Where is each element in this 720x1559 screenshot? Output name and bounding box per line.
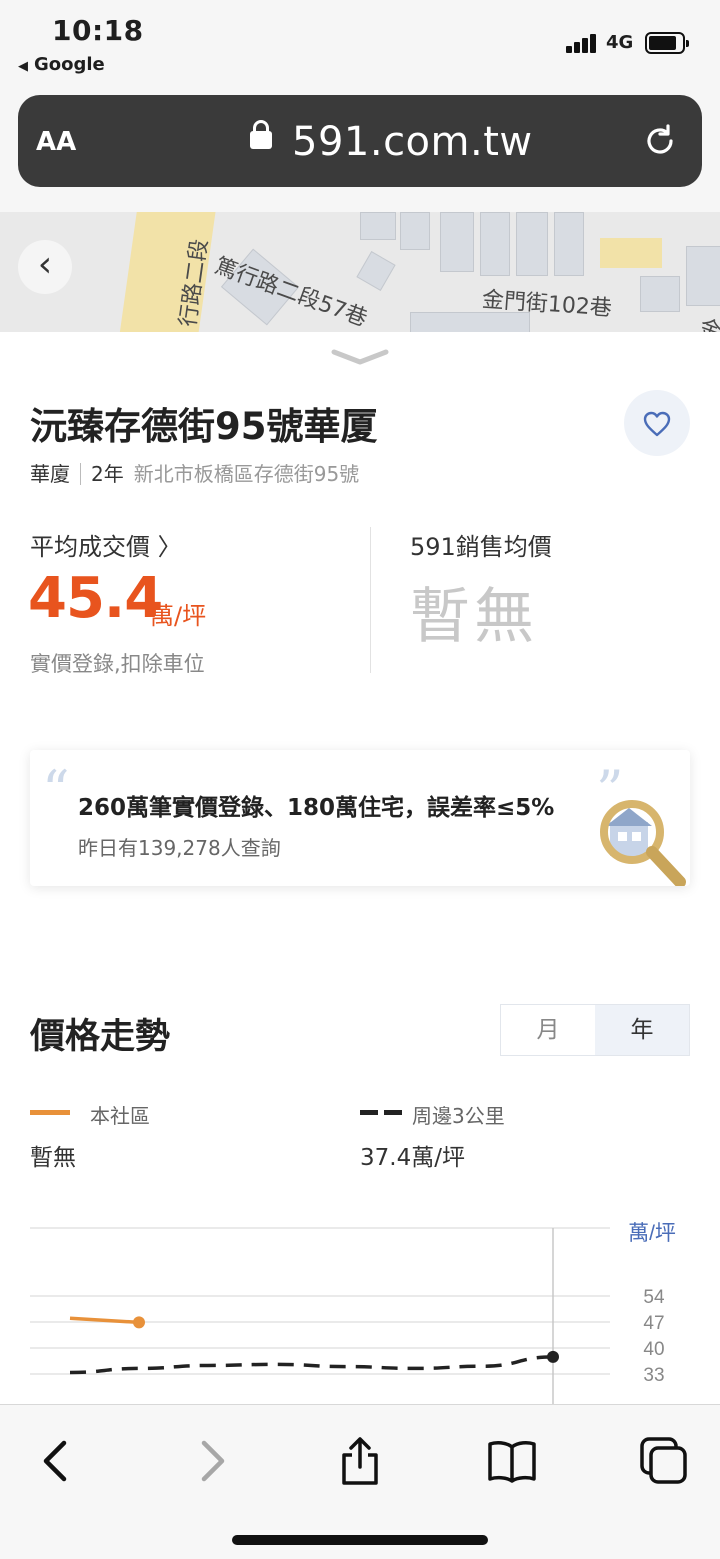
network-type: 4G [606,32,634,53]
avg-price-note: 實價登錄,扣除車位 [30,652,205,676]
collapse-handle-icon[interactable] [330,348,390,368]
series-community-point [133,1316,145,1329]
toggle-month[interactable]: 月 [501,1005,595,1055]
period-toggle: 月 年 [500,1004,690,1056]
map-side-road [600,238,662,268]
promo-card[interactable]: “ ” 260萬筆實價登錄、180萬住宅，誤差率≤5% 昨日有139,278人查… [30,750,690,886]
battery-fill [649,36,676,50]
price-trend-chart[interactable]: 萬/坪 54 47 40 33 [0,1210,720,1406]
chevron-right-icon[interactable] [186,1435,238,1487]
promo-subtext: 昨日有139,278人查詢 [78,836,281,860]
listing-address: 新北市板橋區存德街95號 [133,462,360,486]
map-building [356,251,396,291]
heart-icon [643,411,671,437]
price-divider [370,527,371,673]
book-icon[interactable] [486,1435,538,1487]
map-building [686,246,720,306]
map-building [516,212,548,276]
avg-price-link[interactable]: 平均成交價 〉 [30,527,182,562]
map-street-label: 金 [695,314,720,332]
y-tick-label: 47 [643,1313,664,1334]
open-quote-icon: “ [42,759,70,822]
map-building [440,212,474,272]
back-triangle-icon: ◀ [18,59,28,74]
aa-label: AA [36,127,77,157]
chevron-left-icon: ‹ [37,244,53,285]
house-magnifier-icon [600,800,686,886]
status-bar: 10:18 ◀ Google 4G [0,0,720,90]
browser-toolbar: AA 591.com.tw [0,90,720,212]
legend-nearby-value: 37.4萬/坪 [360,1145,465,1171]
trend-title: 價格走勢 [30,1017,171,1057]
building-type: 華廈 [30,462,70,486]
series-nearby-point [547,1350,559,1363]
listing-title: 沅臻存德街95號華厦 [30,405,378,448]
favorite-button[interactable] [624,390,690,456]
back-to-app-link[interactable]: ◀ Google [18,54,105,75]
address-bar[interactable]: AA 591.com.tw [18,95,702,187]
y-tick-label: 40 [643,1339,664,1360]
map-building [400,212,430,250]
y-tick-label: 54 [643,1287,665,1308]
signal-icon [566,33,602,53]
building-age: 2年 [91,462,124,486]
legend-community-value: 暫無 [30,1145,76,1171]
reload-icon[interactable] [642,123,678,159]
battery-icon [645,32,689,54]
url-domain[interactable]: 591.com.tw [292,119,533,165]
y-tick-label: 33 [643,1365,664,1386]
y-axis-unit: 萬/坪 [628,1222,676,1245]
sale-price-value: 暫無 [410,582,538,652]
legend-nearby-label: 周邊3公里 [412,1104,505,1128]
browser-bottom-toolbar [0,1404,720,1559]
status-time: 10:18 [52,14,144,47]
series-nearby-line [69,1355,554,1375]
map-building [360,212,396,240]
listing-meta: 華廈 2年 新北市板橋區存德街95號 [30,458,359,487]
legend-community-swatch [30,1110,70,1115]
avg-price-value: 45.4 [28,566,163,631]
tabs-icon[interactable] [638,1435,690,1487]
share-icon[interactable] [334,1435,386,1487]
map-view[interactable]: 篤行路二段57巷 金門街102巷 行路二段 金 ‹ [0,212,720,332]
back-app-label: Google [34,54,105,75]
legend-nearby-swatch [360,1110,402,1115]
text-size-button[interactable]: AA [36,127,76,157]
avg-price-unit: 萬/坪 [150,602,207,630]
map-building [480,212,510,276]
promo-headline: 260萬筆實價登錄、180萬住宅，誤差率≤5% [78,795,555,821]
map-building [554,212,584,276]
map-back-button[interactable]: ‹ [18,240,72,294]
map-building [640,276,680,312]
chevron-left-icon[interactable] [30,1435,82,1487]
toggle-year[interactable]: 年 [595,1005,689,1055]
home-indicator [232,1535,488,1545]
legend-community-label: 本社區 [90,1104,150,1128]
sale-price-label: 591銷售均價 [410,533,552,561]
lock-icon [250,120,272,149]
